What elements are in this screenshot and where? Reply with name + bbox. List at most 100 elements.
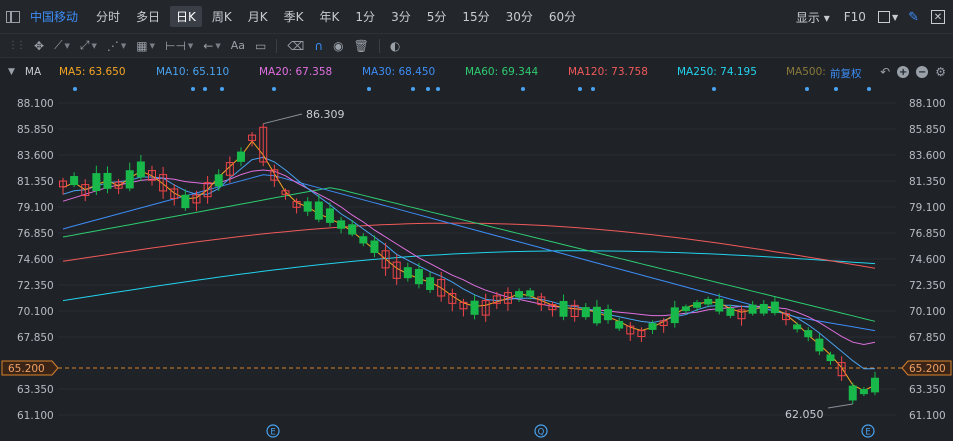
candle-body	[92, 173, 101, 192]
period-tab[interactable]: 多日	[130, 6, 166, 27]
period-tab[interactable]: 1分	[349, 6, 381, 27]
stock-name[interactable]: 中国移动	[30, 8, 78, 25]
crosshair-icon[interactable]: ✥	[34, 39, 44, 53]
magnet-icon[interactable]: ∩	[314, 39, 323, 53]
y-tick-label-left: 67.850	[17, 332, 54, 344]
y-tick-label-right: 76.850	[909, 228, 946, 240]
ray-tool-icon[interactable]: ⤢ ▼	[80, 38, 97, 53]
candle-body	[604, 309, 613, 321]
low-annotation-line	[827, 403, 853, 409]
candle-body	[581, 307, 590, 318]
y-tick-label-right: 70.100	[909, 306, 946, 318]
ma10-value: MA10: 65.110	[156, 66, 230, 78]
candle-body	[615, 320, 624, 329]
period-tab[interactable]: 月K	[242, 6, 274, 27]
current-price-right: 65.200	[909, 363, 946, 375]
close-icon[interactable]: ✕	[931, 10, 945, 24]
candle-body	[214, 174, 223, 187]
ma20-value: MA20: 67.358	[259, 66, 333, 78]
candle-body	[414, 269, 423, 285]
sidebar-toggle-icon[interactable]	[6, 10, 20, 23]
event-marker-label: Q	[538, 428, 545, 438]
add-icon[interactable]: +	[897, 66, 910, 78]
candle-body	[359, 236, 368, 244]
candle-body	[693, 302, 702, 308]
trash-icon[interactable]: 🗑	[354, 39, 369, 53]
candle-body	[848, 385, 857, 401]
undo-icon[interactable]: ↶	[880, 65, 890, 79]
high-price-label: 86.309	[306, 108, 345, 121]
eraser-icon[interactable]: ⌫	[287, 39, 304, 53]
gear-icon[interactable]: ⚙	[935, 65, 946, 79]
drawing-toolbar: ⋮⋮ ✥ ⟋ ▼ ⤢ ▼ ⋰ ▼ ▦ ▼ ⊢⊣ ▼ ← ▼ Aa ▭ ⌫ ∩ ◉ 🗑 ◐	[0, 34, 953, 58]
period-tab[interactable]: 年K	[314, 6, 346, 27]
line-tool-icon[interactable]: ⟋ ▼	[54, 38, 70, 53]
polyline-tool-icon[interactable]: ⋰ ▼	[107, 39, 126, 53]
period-tab[interactable]: 3分	[385, 6, 417, 27]
y-tick-label-right: 74.600	[909, 254, 946, 266]
candle-body	[470, 300, 479, 315]
period-tab[interactable]: 周K	[206, 6, 238, 27]
adjust-mode-dropdown[interactable]: 前复权	[830, 66, 862, 81]
period-tab[interactable]: 日K	[170, 6, 202, 27]
remove-icon[interactable]: −	[916, 66, 929, 78]
candle-body	[815, 338, 824, 352]
period-tab[interactable]: 5分	[421, 6, 453, 27]
candle-body	[826, 354, 835, 362]
fib-tool-icon[interactable]: ▦ ▼	[136, 39, 155, 53]
ma120-line	[62, 222, 876, 269]
y-tick-label-left: 81.350	[17, 176, 54, 188]
period-tab[interactable]: 30分	[500, 6, 539, 27]
candle-body	[726, 308, 735, 316]
toolbar-divider	[378, 38, 380, 53]
candle-body	[70, 176, 79, 186]
y-tick-label-right: 67.850	[909, 332, 946, 344]
candle-body	[793, 324, 802, 330]
event-dot	[367, 87, 371, 91]
measure-tool-icon[interactable]: ⊢⊣ ▼	[165, 39, 193, 53]
low-price-label: 62.050	[785, 408, 824, 421]
candle-body	[303, 201, 312, 212]
candle-body	[314, 201, 323, 220]
high-annotation-line	[263, 113, 303, 125]
toggle-icon[interactable]: ◐	[390, 39, 400, 53]
y-tick-label-right: 83.600	[909, 150, 946, 162]
period-tabs: 分时 多日 日K 周K 月K 季K 年K 1分 3分 5分 15分 30分 60分	[90, 6, 586, 27]
ma30-value: MA30: 68.450	[362, 66, 436, 78]
y-tick-label-left: 83.600	[17, 150, 54, 162]
period-tab[interactable]: 季K	[278, 6, 310, 27]
display-dropdown[interactable]: 显示 ▾	[796, 9, 830, 26]
kline-chart[interactable]: 88.100 88.100 85.850 85.850 83.600 83.600 81.3…	[0, 84, 953, 441]
y-tick-label-right: 79.100	[909, 202, 946, 214]
draw-pen-icon[interactable]: ✎	[908, 10, 919, 25]
text-tool-icon[interactable]: Aa	[231, 39, 245, 52]
window-mode-icon[interactable]	[877, 11, 890, 23]
ma500-value: MA500:	[786, 66, 826, 78]
candle-body	[681, 306, 690, 312]
y-tick-label-right: 72.350	[909, 280, 946, 292]
event-dot	[521, 87, 525, 91]
candle-body	[859, 389, 868, 395]
period-tab[interactable]: 15分	[456, 6, 495, 27]
candle-body	[181, 194, 190, 209]
period-tab[interactable]: 分时	[90, 6, 126, 27]
event-marker-label: E	[270, 428, 275, 438]
indicator-name[interactable]: MA	[25, 66, 41, 78]
arrow-tool-icon[interactable]: ← ▼	[203, 39, 220, 53]
toolbar-grip-icon[interactable]: ⋮⋮	[8, 40, 26, 51]
collapse-chevron-icon[interactable]: ▼	[8, 67, 15, 77]
period-tab[interactable]: 60分	[543, 6, 582, 27]
event-dot	[805, 87, 809, 91]
candle-body	[592, 306, 601, 324]
ma250-line	[62, 250, 876, 302]
candle-body	[526, 290, 535, 297]
candle-body	[871, 377, 879, 393]
event-dot	[867, 87, 871, 91]
comment-icon[interactable]: ▭	[255, 39, 266, 53]
window-mode-chevron-icon[interactable]: ▼	[892, 13, 898, 22]
eye-icon[interactable]: ◉	[333, 39, 343, 53]
ma5-value: MA5: 63.650	[59, 66, 126, 78]
ma-legend-bar: ▼ MA MA5: 63.650 MA10: 65.110 MA20: 67.3…	[0, 60, 953, 84]
y-tick-label-left: 85.850	[17, 124, 54, 136]
f10-button[interactable]: F10	[844, 10, 866, 24]
